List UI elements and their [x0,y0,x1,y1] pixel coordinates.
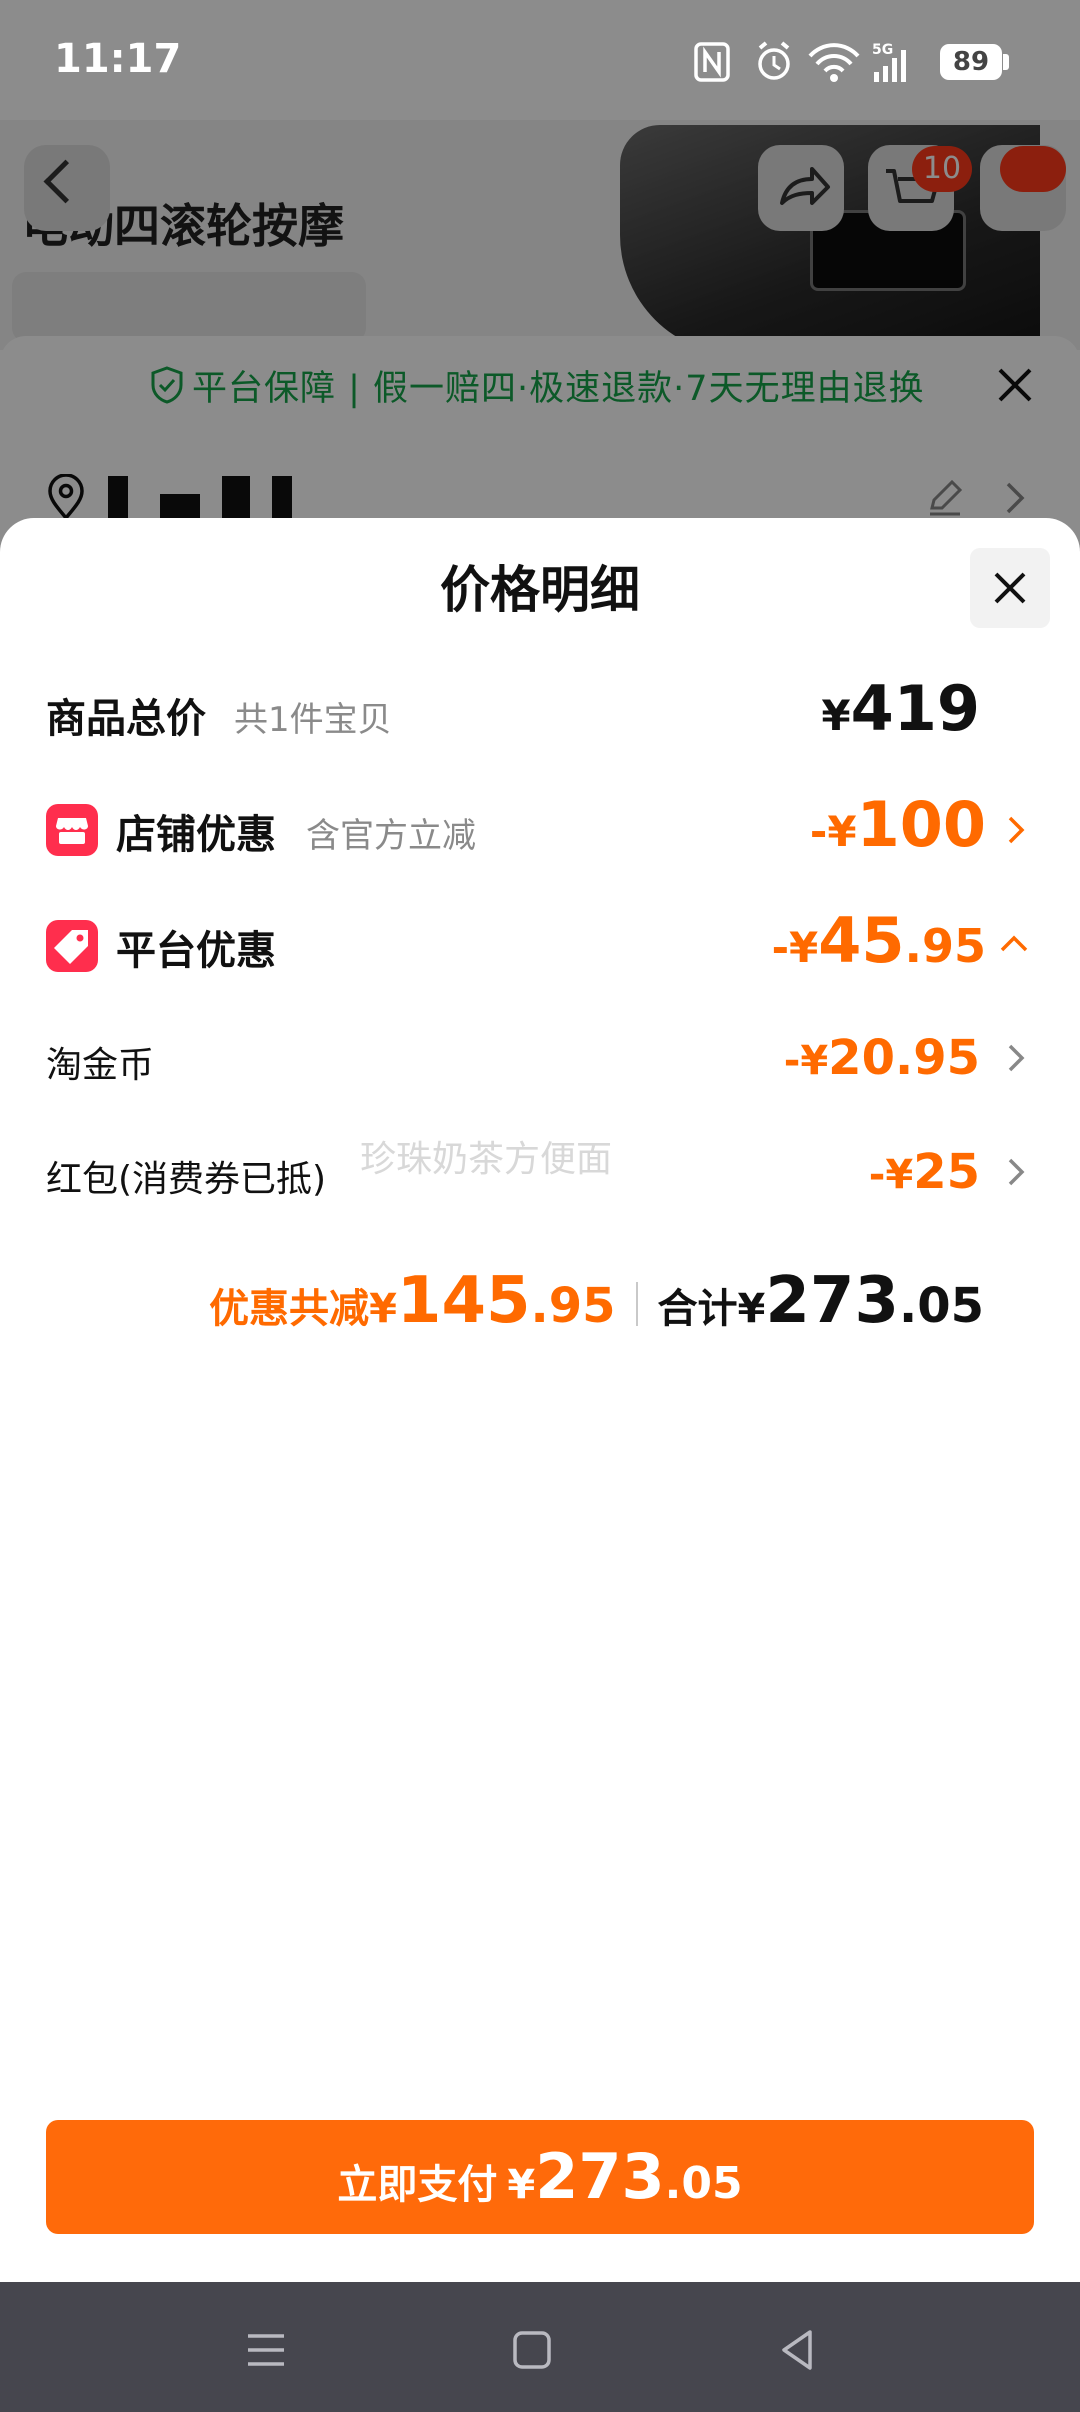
platform-discount-label: 平台优惠 [116,928,276,974]
pay-button-label: 立即支付 [337,2162,498,2208]
price-detail-sheet [0,518,1080,2282]
sheet-close-button[interactable] [970,548,1050,628]
svg-text:5G: 5G [872,42,893,58]
status-icons: 5G [694,41,906,82]
taojinbi-amount[interactable]: -¥20.95 [784,1030,980,1086]
red-packet-amount[interactable]: -¥25 [869,1144,980,1200]
chevron-up-icon[interactable] [998,930,1030,956]
wifi-icon [808,43,860,82]
sheet-title: 价格明细 [440,561,640,619]
chevron-right-icon[interactable] [1002,1042,1028,1074]
shop-icon [46,804,98,856]
signal-5g-icon: 5G [872,42,906,82]
shop-discount-sub: 含官方立减 [306,816,476,856]
currency: -¥ [868,1152,914,1198]
summary-divider [635,1282,638,1326]
price-summary: 优惠共减 ¥ 145 .95 合计 ¥ 273 .05 [209,1264,984,1344]
currency: -¥ [809,807,857,856]
amount-int: 45 [818,904,905,977]
nfc-icon [694,42,730,82]
goods-total-label: 商品总价 [46,696,206,742]
grand-total-int: 273 [765,1264,899,1338]
tag-icon [46,920,98,972]
amount-dec: .95 [904,919,987,973]
chevron-right-icon[interactable] [1002,1156,1028,1188]
currency: -¥ [771,923,819,972]
discount-total-label: 优惠共减 [209,1286,370,1332]
grand-total-label: 合计 [657,1286,738,1332]
menu-icon[interactable] [238,2322,294,2378]
pay-button-currency: ¥ [507,2162,536,2208]
discount-total-dec: .95 [530,1278,616,1334]
close-icon [994,572,1026,604]
amount-int: 20.95 [828,1030,980,1086]
amount-int: 25 [913,1144,980,1200]
pay-button-amount-dec: .05 [664,2158,743,2209]
shop-discount-label: 店铺优惠 [116,812,276,858]
grand-total-currency: ¥ [737,1286,766,1332]
battery-tip [1003,54,1009,70]
currency: -¥ [783,1038,829,1084]
taojinbi-label: 淘金币 [46,1045,155,1086]
grand-total-dec: .05 [898,1278,984,1334]
alarm-icon [758,41,790,80]
red-packet-label: 红包(消费券已抵) [46,1159,327,1200]
home-square-icon[interactable] [504,2322,560,2378]
back-triangle-icon[interactable] [770,2322,826,2378]
discount-currency: ¥ [369,1286,397,1332]
battery-icon: 89 [940,44,1002,80]
platform-discount-amount[interactable]: -¥45.95 [772,904,986,977]
watermark: 珍珠奶茶方便面 [360,1139,613,1180]
goods-total-sub: 共1件宝贝 [234,700,392,740]
amount-int: 100 [856,788,986,861]
shop-discount-amount[interactable]: -¥100 [810,788,986,861]
chevron-right-icon[interactable] [1002,814,1028,846]
amount-int: 419 [850,672,980,745]
discount-total-int: 145 [396,1264,531,1338]
pay-button-amount-int: 273 [535,2140,665,2213]
pay-now-button[interactable]: 立即支付 ¥ 273 .05 [46,2120,1034,2234]
goods-total-amount: ¥419 [821,672,980,745]
status-time: 11:17 [54,36,182,82]
currency: ¥ [821,691,851,740]
